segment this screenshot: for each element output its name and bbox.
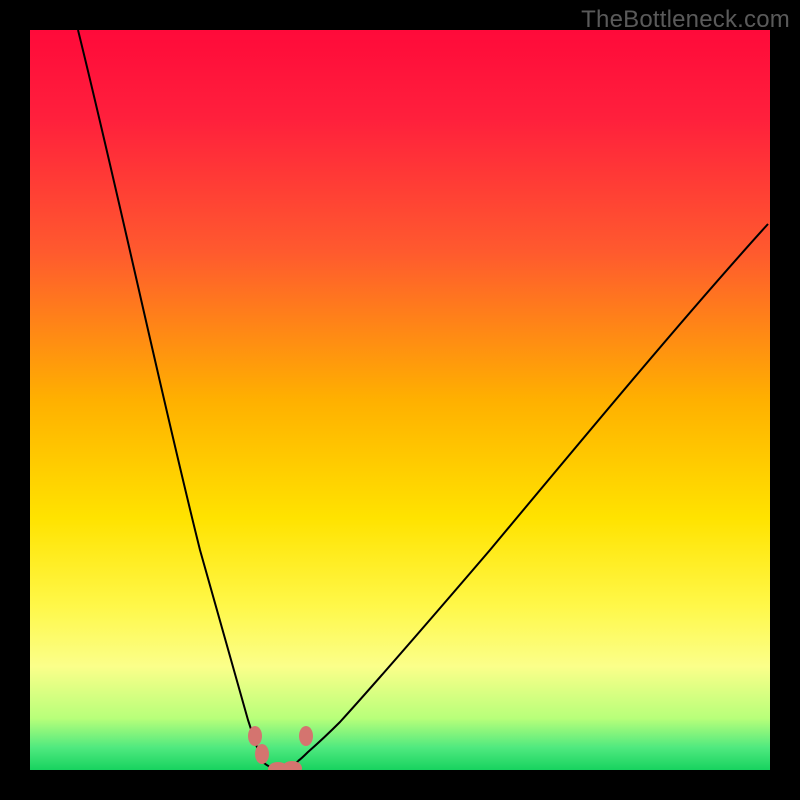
gradient-background <box>30 30 770 770</box>
watermark-text: TheBottleneck.com <box>581 6 790 34</box>
marker-4 <box>299 726 313 746</box>
plot-area <box>30 30 770 770</box>
chart-svg <box>30 30 770 770</box>
marker-0 <box>248 726 262 746</box>
chart-frame: TheBottleneck.com <box>0 0 800 800</box>
marker-1 <box>255 744 269 764</box>
